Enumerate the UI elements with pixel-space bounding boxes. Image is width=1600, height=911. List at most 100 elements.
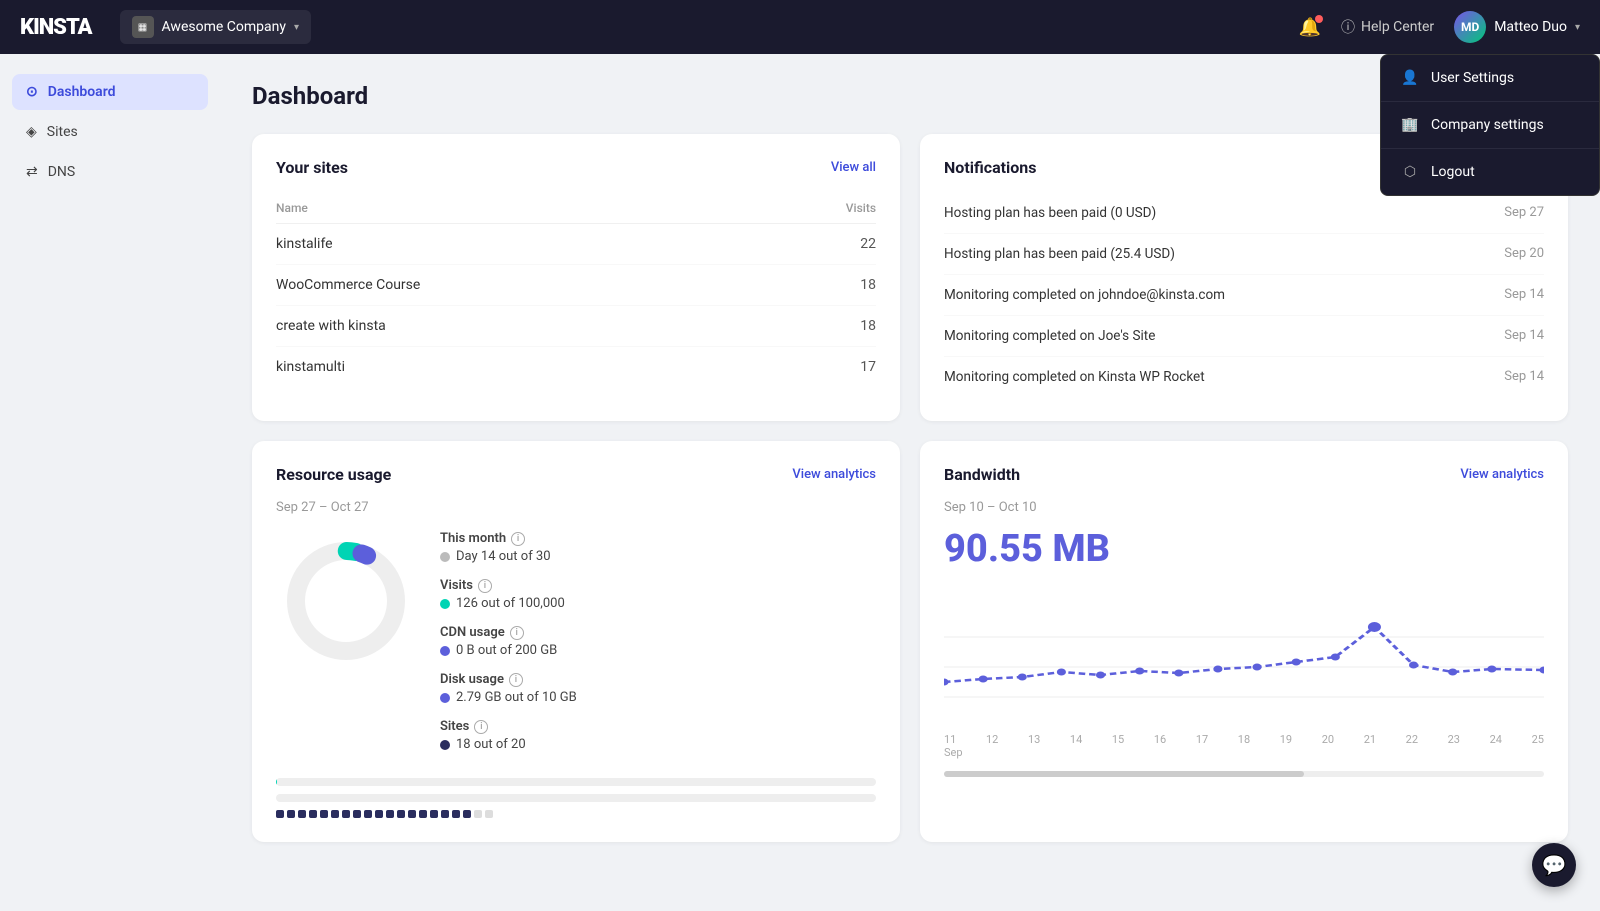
sidebar-label-dashboard: Dashboard <box>48 84 116 100</box>
dropdown-item-user-settings[interactable]: 👤 User Settings <box>1381 55 1599 102</box>
cdn-bar-row <box>276 794 876 802</box>
resource-view-analytics[interactable]: View analytics <box>792 467 876 482</box>
company-icon: ▦ <box>132 16 154 38</box>
dropdown-item-logout[interactable]: ⬡ Logout <box>1381 149 1599 195</box>
this-month-stat: This month i Day 14 out of 30 <box>440 531 876 564</box>
building-icon: 🏢 <box>1401 116 1419 134</box>
notification-item: Hosting plan has been paid (0 USD)Sep 27 <box>944 193 1544 234</box>
resource-header: Resource usage View analytics <box>276 465 876 484</box>
your-sites-card: Your sites View all Name Visits kinstali… <box>252 134 900 421</box>
bottom-cards-row: Resource usage View analytics Sep 27 – O… <box>252 441 1568 842</box>
topnav: KINSTA ▦ Awesome Company ▾ 🔔 ⓘ Help Cent… <box>0 0 1600 54</box>
notification-item: Monitoring completed on Kinsta WP Rocket… <box>944 357 1544 397</box>
dot-blue-disk <box>440 693 450 703</box>
site-dot-8 <box>353 810 361 818</box>
site-dot-15 <box>430 810 438 818</box>
dropdown-item-company-settings[interactable]: 🏢 Company settings <box>1381 102 1599 149</box>
notif-date: Sep 27 <box>1504 205 1544 220</box>
chat-bubble-button[interactable]: 💬 <box>1532 843 1576 887</box>
dashboard-icon: ⊙ <box>26 84 38 100</box>
cdn-value: 0 B out of 200 GB <box>456 643 557 658</box>
chart-label: 11 <box>944 733 956 746</box>
site-dot-13 <box>408 810 416 818</box>
this-month-info-icon[interactable]: i <box>511 532 525 546</box>
sites-value: 18 out of 20 <box>456 737 526 752</box>
resource-body: This month i Day 14 out of 30 Visits <box>276 531 876 766</box>
sites-stat: Sites i 18 out of 20 <box>440 719 876 752</box>
chart-x-labels: 111213141516171819202122232425 <box>944 733 1544 746</box>
company-selector[interactable]: ▦ Awesome Company ▾ <box>120 10 311 44</box>
cdn-stat: CDN usage i 0 B out of 200 GB <box>440 625 876 658</box>
layout: ⊙ Dashboard ◈ Sites ⇄ DNS Dashboard Your… <box>0 54 1600 911</box>
chart-label: 18 <box>1238 733 1250 746</box>
resource-usage-card: Resource usage View analytics Sep 27 – O… <box>252 441 900 842</box>
bandwidth-view-analytics[interactable]: View analytics <box>1460 467 1544 482</box>
notif-date: Sep 20 <box>1504 246 1544 261</box>
chart-label: 16 <box>1154 733 1166 746</box>
visits-bar-row <box>276 778 876 786</box>
chart-label: 23 <box>1448 733 1460 746</box>
your-sites-title: Your sites <box>276 158 348 177</box>
resource-progress-bars <box>276 778 876 818</box>
site-dot-12 <box>397 810 405 818</box>
logo: KINSTA <box>20 15 92 40</box>
your-sites-view-all[interactable]: View all <box>831 160 876 175</box>
site-visits: 22 <box>772 224 876 265</box>
notif-date: Sep 14 <box>1504 328 1544 343</box>
sidebar-item-dashboard[interactable]: ⊙ Dashboard <box>12 74 208 110</box>
table-row: create with kinsta18 <box>276 306 876 347</box>
site-dot-2 <box>287 810 295 818</box>
site-dot-17 <box>452 810 460 818</box>
resource-stats: This month i Day 14 out of 30 Visits <box>440 531 876 766</box>
your-sites-header: Your sites View all <box>276 158 876 177</box>
site-dot-14 <box>419 810 427 818</box>
notif-date: Sep 14 <box>1504 287 1544 302</box>
bandwidth-header: Bandwidth View analytics <box>944 465 1544 484</box>
chevron-down-icon: ▾ <box>294 22 299 33</box>
sites-table: Name Visits kinstalife22WooCommerce Cour… <box>276 193 876 387</box>
sidebar-label-sites: Sites <box>47 124 78 140</box>
notification-item: Hosting plan has been paid (25.4 USD) Sep… <box>944 234 1544 275</box>
bandwidth-title: Bandwidth <box>944 465 1020 484</box>
chart-label: 15 <box>1112 733 1124 746</box>
site-visits: 18 <box>772 306 876 347</box>
visits-info-icon[interactable]: i <box>478 579 492 593</box>
dropdown-user-settings-label: User Settings <box>1431 70 1514 86</box>
sidebar-item-sites[interactable]: ◈ Sites <box>12 114 208 150</box>
help-label: Help Center <box>1361 19 1434 35</box>
bandwidth-value: 90.55 MB <box>944 527 1544 571</box>
chart-label: 17 <box>1196 733 1208 746</box>
bandwidth-chart-svg <box>944 587 1544 717</box>
chart-label: 12 <box>986 733 998 746</box>
dns-icon: ⇄ <box>26 164 38 180</box>
cdn-label: CDN usage <box>440 625 505 640</box>
this-month-value: Day 14 out of 30 <box>456 549 551 564</box>
visits-value: 126 out of 100,000 <box>456 596 565 611</box>
avatar: MD <box>1454 11 1486 43</box>
notif-date: Sep 14 <box>1504 369 1544 384</box>
site-name: kinstamulti <box>276 347 772 388</box>
help-center-button[interactable]: ⓘ Help Center <box>1341 17 1434 37</box>
sites-info-icon[interactable]: i <box>474 720 488 734</box>
topnav-right: 🔔 ⓘ Help Center MD Matteo Duo ▾ 👤 User S… <box>1299 11 1580 43</box>
chart-sub-label: Sep <box>944 746 1544 759</box>
cdn-info-icon[interactable]: i <box>510 626 524 640</box>
sidebar-label-dns: DNS <box>48 164 76 180</box>
top-cards-row: Your sites View all Name Visits kinstali… <box>252 134 1568 421</box>
site-dot-18 <box>463 810 471 818</box>
user-menu-button[interactable]: MD Matteo Duo ▾ <box>1454 11 1580 43</box>
disk-info-icon[interactable]: i <box>509 673 523 687</box>
this-month-label: This month <box>440 531 506 546</box>
chart-label: 25 <box>1532 733 1544 746</box>
person-icon: 👤 <box>1401 69 1419 87</box>
site-dot-7 <box>342 810 350 818</box>
logout-icon: ⬡ <box>1401 163 1419 181</box>
site-visits: 18 <box>772 265 876 306</box>
notif-text: Hosting plan has been paid (25.4 USD) <box>944 246 1175 262</box>
bandwidth-scrollbar[interactable] <box>944 771 1544 777</box>
sidebar-item-dns[interactable]: ⇄ DNS <box>12 154 208 190</box>
chart-label: 20 <box>1322 733 1334 746</box>
notification-item: Monitoring completed on johndoe@kinsta.c… <box>944 275 1544 316</box>
bell-button[interactable]: 🔔 <box>1299 17 1321 38</box>
notifications-title: Notifications <box>944 158 1037 177</box>
